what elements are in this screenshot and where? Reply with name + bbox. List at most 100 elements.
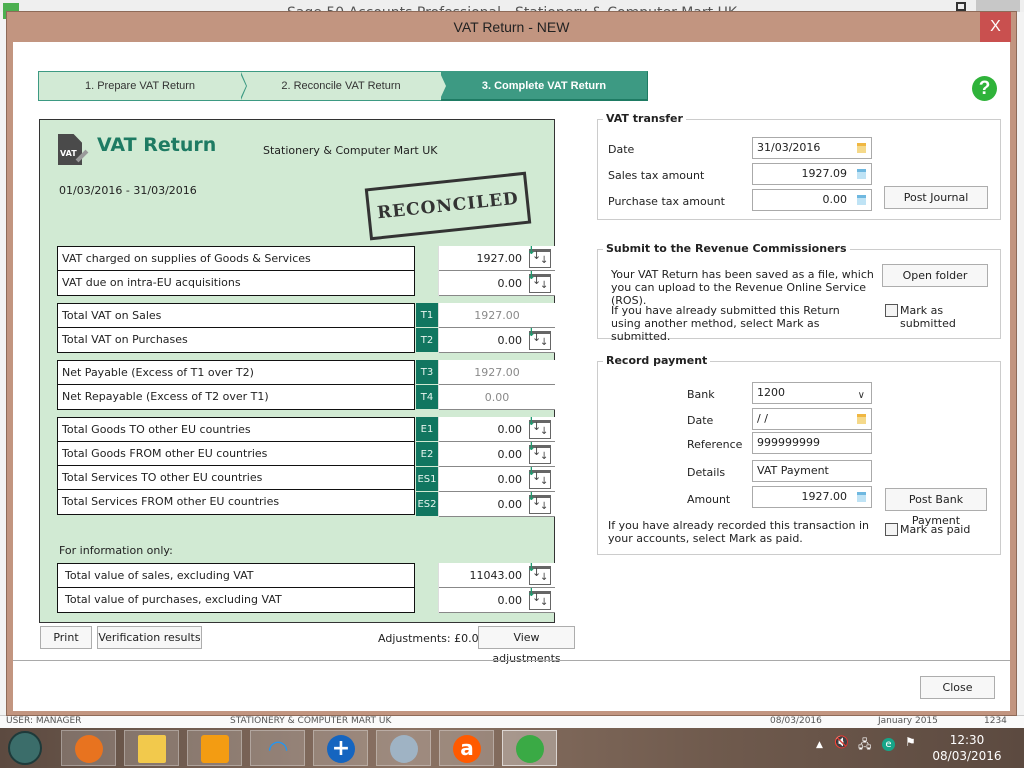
payment-date-input[interactable]: / / (752, 408, 872, 430)
eset-icon[interactable]: e (882, 738, 895, 751)
dialog-title: VAT Return - NEW (453, 19, 570, 35)
mark-submitted-checkbox[interactable] (885, 304, 898, 317)
calendar-icon[interactable] (857, 143, 866, 153)
chevron-right-icon (240, 72, 247, 100)
show-hidden-icons[interactable]: ▲ (816, 740, 823, 750)
green-arrow-icon: ↓ (526, 490, 536, 503)
start-button[interactable] (8, 731, 42, 765)
value-field[interactable]: 0.00 ↓ (439, 415, 555, 442)
input-value: 1927.00 (801, 490, 848, 503)
post-journal-button[interactable]: Post Journal (884, 186, 988, 209)
box-code: T3 (416, 360, 438, 385)
step-label: 3. Complete VAT Return (481, 80, 607, 92)
row-label: Total VAT on Purchases (62, 333, 188, 346)
transfer-date-input[interactable]: 31/03/2016 (752, 137, 872, 159)
amount-input[interactable]: 1927.00 (752, 486, 872, 508)
value-field[interactable]: 0.00 ↓ (439, 270, 555, 296)
value-field[interactable]: 11043.00 ↓ (439, 562, 555, 588)
group-totals: Total VAT on Sales Total VAT on Purchase… (57, 303, 415, 353)
value-field[interactable]: 0.00 ↓ (439, 327, 555, 353)
status-period: January 2015 (878, 716, 938, 726)
values-group1: 1927.00↓ 0.00↓ (438, 245, 555, 296)
reference-input[interactable]: 999999999 (752, 432, 872, 454)
bank-label: Bank (687, 388, 715, 401)
network-icon[interactable]: 🖧 (858, 735, 871, 756)
print-button[interactable]: Print (40, 626, 92, 649)
row-label: Total Goods TO other EU countries (58, 418, 414, 442)
calculator-icon[interactable] (857, 169, 866, 179)
taskbar-outlook[interactable] (187, 730, 242, 766)
vat-period: 01/03/2016 - 31/03/2016 (59, 184, 197, 197)
box-codes-group4: E1 E2 ES1 ES2 (416, 417, 438, 517)
step-complete[interactable]: 3. Complete VAT Return (441, 71, 648, 101)
record-payment-legend: Record payment (603, 354, 711, 367)
open-folder-button[interactable]: Open folder (882, 264, 988, 287)
status-code: 1234 (984, 716, 1007, 726)
value-field[interactable]: 0.00 ↓ (439, 587, 555, 613)
submit-legend: Submit to the Revenue Commissioners (603, 242, 850, 255)
outlook-icon (201, 735, 229, 763)
purchase-tax-label: Purchase tax amount (608, 195, 725, 208)
help-icon[interactable]: ? (972, 76, 997, 101)
chevron-right-icon (440, 72, 447, 100)
restore-icon[interactable] (956, 2, 966, 11)
value-readonly: 1927.00 (439, 303, 555, 328)
row-label: Total Services FROM other EU countries (62, 495, 280, 508)
sales-tax-input[interactable]: 1927.09 (752, 163, 872, 185)
action-center-flag-icon[interactable]: ⚑ (905, 735, 916, 749)
footer-divider (13, 660, 1010, 661)
verification-results-button[interactable]: Verification results (97, 626, 202, 649)
calculator-icon[interactable] (857, 492, 866, 502)
already-paid-text: If you have already recorded this transa… (608, 519, 869, 545)
step-reconcile[interactable]: 2. Reconcile VAT Return (241, 71, 447, 101)
details-input[interactable]: VAT Payment (752, 460, 872, 482)
value-text: 0.00 (497, 448, 523, 461)
row-label: Net Repayable (Excess of T2 over T1) (62, 390, 269, 403)
box-code: T2 (416, 328, 438, 353)
taskbar-plus-app[interactable]: + (313, 730, 368, 766)
taskbar-avast[interactable]: a (439, 730, 494, 766)
submit-revenue-group: Submit to the Revenue Commissioners Your… (597, 242, 1001, 343)
view-adjustments-button[interactable]: View adjustments (478, 626, 575, 665)
calculator-icon[interactable] (857, 195, 866, 205)
date-label: Date (608, 143, 635, 156)
taskbar-file-explorer[interactable] (124, 730, 179, 766)
value-field[interactable]: 0.00 ↓ (439, 466, 555, 492)
volume-muted-icon[interactable]: 🔇 (834, 735, 849, 749)
clock-date: 08/03/2016 (932, 749, 1002, 763)
green-arrow-icon: ↓ (526, 415, 536, 428)
value-field[interactable]: 1927.00 ↓ (439, 245, 555, 271)
chevron-down-icon[interactable]: ∨ (858, 386, 865, 406)
mark-paid-checkbox[interactable] (885, 523, 898, 536)
step-label: 1. Prepare VAT Return (84, 80, 196, 92)
taskbar-firefox[interactable] (61, 730, 116, 766)
value-field[interactable]: 0.00 ↓ (439, 490, 555, 517)
group-net: Net Payable (Excess of T1 over T2) Net R… (57, 360, 415, 410)
calendar-icon[interactable] (857, 414, 866, 424)
taskbar-sage[interactable] (502, 730, 557, 766)
vat-return-panel: VAT VAT Return Stationery & Computer Mar… (39, 119, 555, 623)
mark-paid-label[interactable]: Mark as paid (900, 523, 970, 536)
box-code: E2 (416, 442, 438, 467)
step-prepare[interactable]: 1. Prepare VAT Return (38, 71, 247, 101)
purchase-tax-input[interactable]: 0.00 (752, 189, 872, 211)
payment-date-label: Date (687, 414, 714, 427)
taskbar-support-app[interactable] (376, 730, 431, 766)
value-text: 0.00 (497, 423, 523, 436)
value-text: 0.00 (497, 277, 523, 290)
row-label: Net Payable (Excess of T1 over T2) (58, 361, 414, 385)
taskbar-wifi-app[interactable]: ◠ (250, 730, 305, 766)
post-bank-payment-button[interactable]: Post Bank Payment (885, 488, 987, 527)
value-field[interactable]: 0.00 ↓ (439, 441, 555, 467)
taskbar-clock[interactable]: 12:30 08/03/2016 (922, 732, 1012, 764)
avast-icon: a (453, 735, 481, 763)
close-button[interactable]: Close (920, 676, 995, 699)
wifi-icon: ◠ (267, 735, 289, 763)
mark-submitted-label[interactable]: Mark as submitted (900, 304, 1000, 330)
value-text: 0.00 (497, 594, 523, 607)
step-label: 2. Reconcile VAT Return (281, 80, 401, 92)
firefox-icon (75, 735, 103, 763)
dialog-close-button[interactable]: X (980, 12, 1011, 42)
group-eu: Total Goods TO other EU countries Total … (57, 417, 415, 515)
bank-select[interactable]: 1200 ∨ (752, 382, 872, 404)
